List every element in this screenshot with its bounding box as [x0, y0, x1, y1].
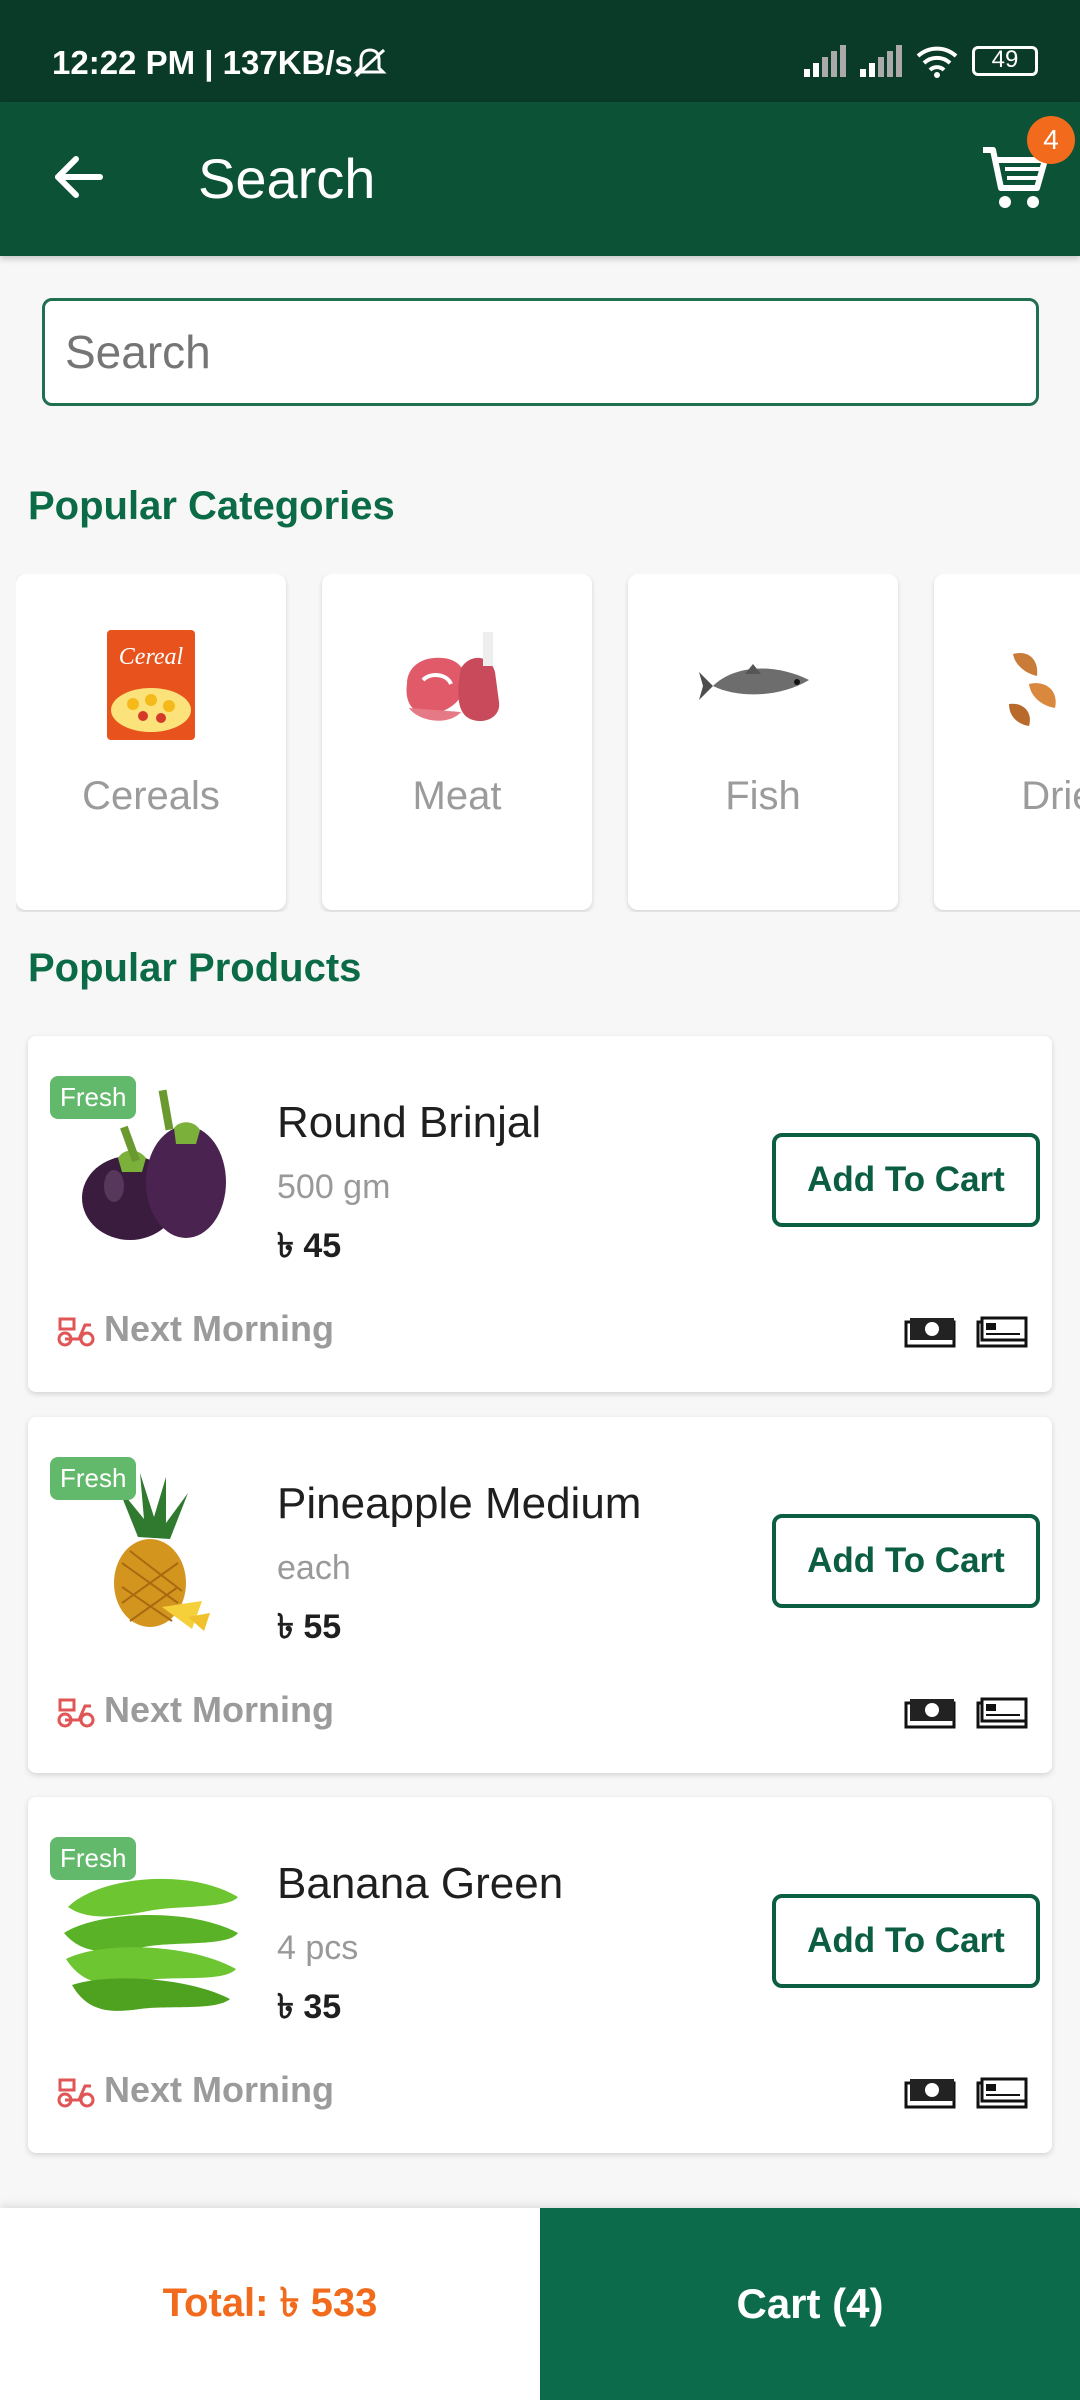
- category-card-cereals[interactable]: Cereal Cereals: [16, 574, 286, 910]
- card-payment-icon: [976, 1697, 1028, 1729]
- signal-icon: [804, 45, 846, 77]
- cart-count-badge: 4: [1027, 116, 1075, 164]
- product-card-pineapple-medium[interactable]: Fresh Pineapple Medium each ৳ 55 Add To …: [28, 1417, 1052, 1773]
- delivery-text: Next Morning: [104, 1308, 334, 1349]
- popular-products-title: Popular Products: [28, 946, 362, 990]
- mute-icon: [353, 48, 387, 78]
- cash-icon: [904, 1699, 956, 1729]
- category-label: Cereals: [82, 774, 220, 818]
- cash-icon: [904, 2079, 956, 2109]
- product-name: Pineapple Medium: [277, 1479, 642, 1528]
- payment-icons: [902, 2075, 1030, 2111]
- category-label: Fish: [725, 774, 801, 818]
- category-card-dried[interactable]: Dried: [934, 574, 1080, 910]
- payment-icons: [902, 1314, 1030, 1350]
- battery-icon: 49: [972, 46, 1038, 76]
- fresh-badge: Fresh: [50, 1457, 137, 1500]
- wifi-icon: [916, 46, 958, 78]
- signal-icon-2: [860, 45, 902, 77]
- cereal-box-icon: Cereal: [107, 630, 195, 740]
- product-unit: 500 gm: [277, 1168, 391, 1206]
- product-name: Banana Green: [277, 1859, 564, 1908]
- fresh-badge: Fresh: [50, 1837, 137, 1880]
- card-payment-icon: [976, 2077, 1028, 2109]
- dried-fish-icon: [1009, 652, 1056, 726]
- category-label: Dried: [1021, 774, 1080, 818]
- cart-button[interactable]: 4: [975, 116, 1075, 220]
- popular-categories-title: Popular Categories: [28, 484, 395, 528]
- delivery-info: Next Morning: [56, 1689, 334, 1731]
- category-card-fish[interactable]: Fish: [628, 574, 898, 910]
- cart-checkout-button[interactable]: Cart (4): [540, 2208, 1080, 2400]
- search-input[interactable]: [42, 298, 1039, 406]
- add-to-cart-button[interactable]: Add To Cart: [772, 1894, 1040, 1988]
- bottom-bar: Total: ৳ 533 Cart (4): [0, 2208, 1080, 2400]
- product-card-round-brinjal[interactable]: Fresh Round Brinjal 500 gm ৳ 45 Add To C…: [28, 1036, 1052, 1392]
- product-unit: each: [277, 1549, 351, 1587]
- categories-carousel[interactable]: Cereal Cereals Meat Fish Dri: [16, 574, 1080, 912]
- svg-text:Cereal: Cereal: [119, 644, 184, 670]
- add-to-cart-button[interactable]: Add To Cart: [772, 1514, 1040, 1608]
- meat-icon: [406, 632, 500, 722]
- product-unit: 4 pcs: [277, 1929, 359, 1967]
- arrow-left-icon: [55, 156, 103, 198]
- fish-icon: [699, 664, 809, 700]
- product-price: ৳ 55: [277, 1608, 342, 1646]
- product-price: ৳ 45: [277, 1227, 342, 1265]
- battery-level: 49: [991, 46, 1019, 73]
- add-to-cart-button[interactable]: Add To Cart: [772, 1133, 1040, 1227]
- delivery-scooter-icon: [57, 2078, 95, 2108]
- product-card-banana-green[interactable]: Fresh Banana Green 4 pcs ৳ 35 Add To Car…: [28, 1797, 1052, 2153]
- delivery-scooter-icon: [57, 1698, 95, 1728]
- app-bar: Search 4: [0, 102, 1080, 256]
- delivery-info: Next Morning: [56, 1308, 334, 1350]
- delivery-scooter-icon: [57, 1317, 95, 1347]
- product-name: Round Brinjal: [277, 1098, 542, 1147]
- product-price: ৳ 35: [277, 1988, 342, 2026]
- fresh-badge: Fresh: [50, 1076, 137, 1119]
- category-label: Meat: [412, 774, 502, 818]
- delivery-text: Next Morning: [104, 2069, 334, 2110]
- category-card-meat[interactable]: Meat: [322, 574, 592, 910]
- status-bar: 12:22 PM | 137KB/s 49: [0, 0, 1080, 102]
- card-payment-icon: [976, 1316, 1028, 1348]
- payment-icons: [902, 1695, 1030, 1731]
- back-button[interactable]: [44, 142, 114, 212]
- delivery-text: Next Morning: [104, 1689, 334, 1730]
- cash-icon: [904, 1318, 956, 1348]
- status-time: 12:22 PM | 137KB/s: [52, 44, 353, 81]
- cart-total: Total: ৳ 533: [0, 2208, 540, 2400]
- delivery-info: Next Morning: [56, 2069, 334, 2111]
- page-title: Search: [198, 147, 376, 210]
